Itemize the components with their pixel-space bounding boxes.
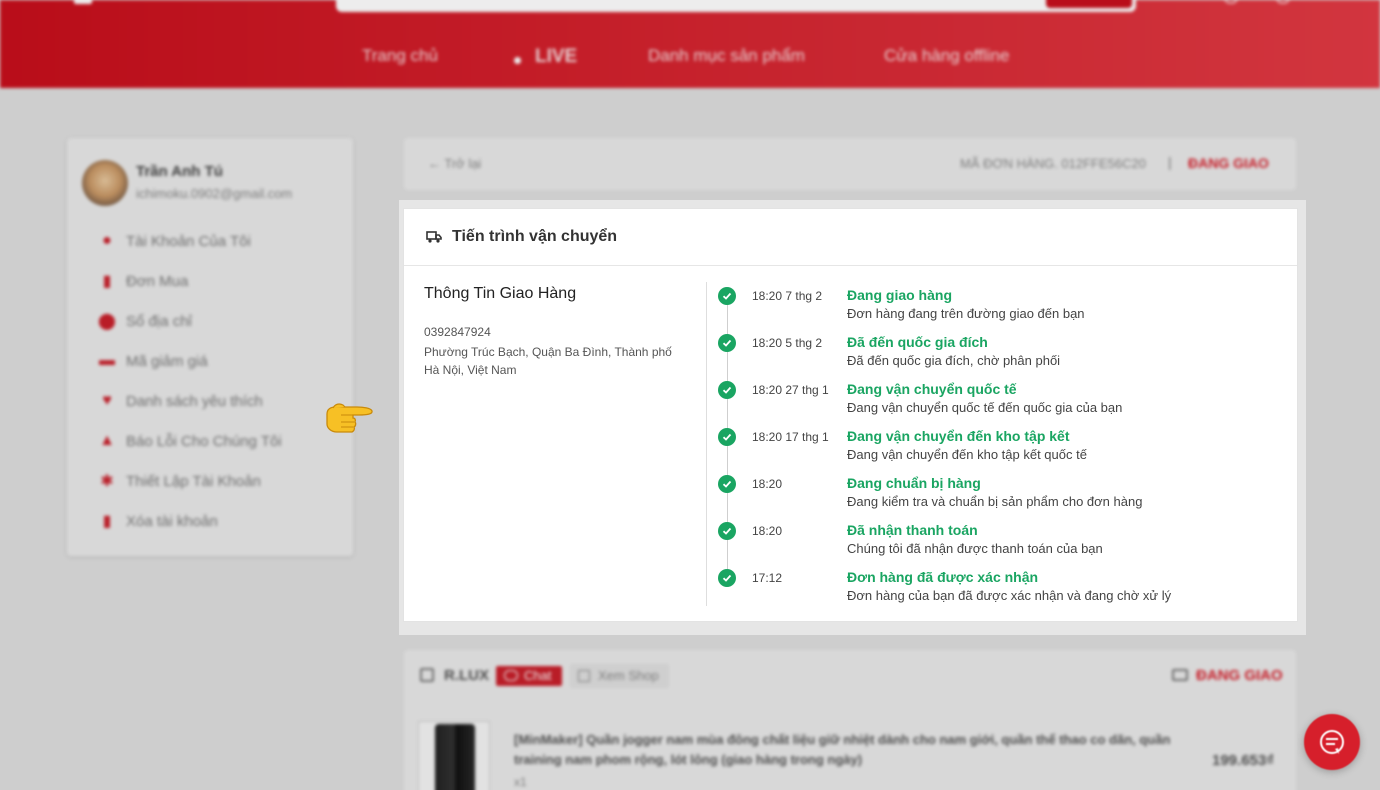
step-time: 18:20 (752, 524, 783, 538)
check-icon (718, 428, 736, 446)
timeline-step: 18:20 5 thg 2 Đã đến quốc gia đích Đã đế… (718, 334, 1278, 378)
check-icon (718, 287, 736, 305)
check-icon (718, 381, 736, 399)
timeline-step: 17:12 Đơn hàng đã được xác nhận Đơn hàng… (718, 569, 1278, 613)
step-description: Đang vận chuyển đến kho tập kết quốc tế (847, 447, 1087, 462)
modal-header: Tiến trình vận chuyển (404, 209, 1297, 266)
step-description: Đơn hàng đang trên đường giao đến bạn (847, 306, 1085, 321)
step-title: Đang vận chuyển đến kho tập kết (847, 428, 1070, 444)
step-description: Đã đến quốc gia đích, chờ phân phối (847, 353, 1061, 368)
step-time: 18:20 7 thg 2 (752, 289, 823, 303)
step-description: Đơn hàng của bạn đã được xác nhận và đan… (847, 588, 1172, 603)
step-description: Đang kiểm tra và chuẩn bị sản phẩm cho đ… (847, 494, 1143, 509)
step-time: 18:20 17 thg 1 (752, 430, 829, 444)
recipient-address: Phường Trúc Bạch, Quận Ba Đình, Thành ph… (424, 345, 672, 377)
step-time: 18:20 27 thg 1 (752, 383, 829, 397)
timeline-step: 18:20 27 thg 1 Đang vận chuyển quốc tế Đ… (718, 381, 1278, 425)
check-icon (718, 334, 736, 352)
step-title: Đã đến quốc gia đích (847, 334, 988, 350)
step-description: Chúng tôi đã nhận được thanh toán của bạ… (847, 541, 1103, 556)
check-icon (718, 569, 736, 587)
shipping-info-title: Thông Tin Giao Hàng (424, 285, 577, 302)
step-title: Đã nhận thanh toán (847, 522, 978, 538)
step-time: 18:20 5 thg 2 (752, 336, 823, 350)
step-description: Đang vận chuyển quốc tế đến quốc gia của… (847, 400, 1123, 415)
chat-bubble-icon (1320, 730, 1344, 754)
step-title: Đang giao hàng (847, 287, 952, 303)
floating-chat-button[interactable] (1304, 714, 1360, 770)
step-title: Đơn hàng đã được xác nhận (847, 569, 1039, 585)
pointing-hand-icon (326, 403, 373, 433)
shipping-progress-modal: Tiến trình vận chuyển Thông Tin Giao Hàn… (403, 208, 1298, 622)
timeline-step: 18:20 7 thg 2 Đang giao hàng Đơn hàng đa… (718, 287, 1278, 331)
timeline-step: 18:20 Đã nhận thanh toán Chúng tôi đã nh… (718, 522, 1278, 566)
timeline-step: 18:20 17 thg 1 Đang vận chuyển đến kho t… (718, 428, 1278, 472)
step-time: 18:20 (752, 477, 783, 491)
modal-title: Tiến trình vận chuyển (452, 228, 618, 245)
step-title: Đang vận chuyển quốc tế (847, 381, 1017, 397)
check-icon (718, 475, 736, 493)
step-time: 17:12 (752, 571, 783, 585)
timeline-step: 18:20 Đang chuẩn bị hàng Đang kiểm tra v… (718, 475, 1278, 519)
step-title: Đang chuẩn bị hàng (847, 475, 981, 491)
check-icon (718, 522, 736, 540)
truck-icon (426, 231, 442, 243)
divider (706, 282, 707, 606)
recipient-phone: 0392847924 (424, 325, 491, 339)
